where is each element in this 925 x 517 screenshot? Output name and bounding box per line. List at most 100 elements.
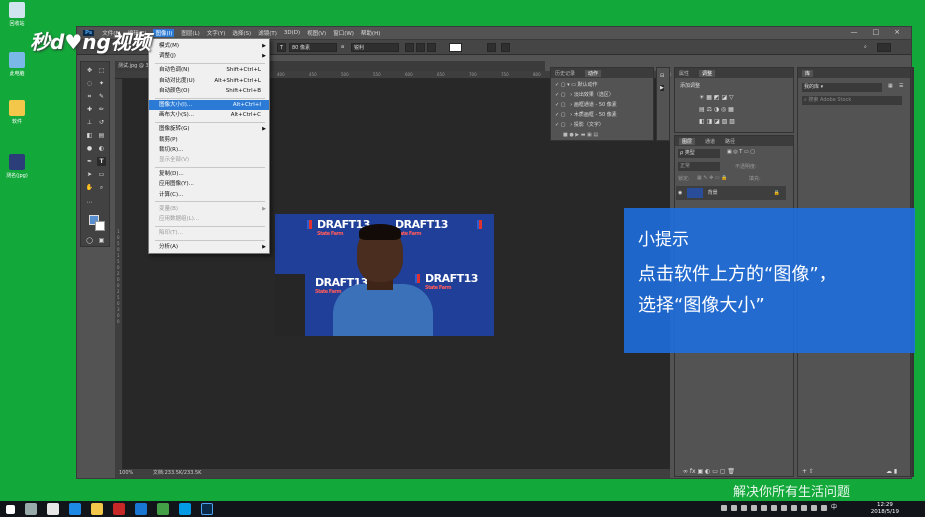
photoshop-taskbar-icon[interactable]	[201, 503, 213, 515]
menu-window[interactable]: 窗口(W)	[333, 29, 354, 37]
menu-select[interactable]: 选择(S)	[232, 29, 251, 37]
healing-tool-icon[interactable]: ✚	[85, 105, 94, 114]
history-panel-icon[interactable]: ⊟	[660, 73, 664, 79]
crop-tool-icon[interactable]: ⌗	[85, 92, 94, 101]
move-tool-icon[interactable]: ✥	[85, 66, 94, 75]
align-right-icon[interactable]	[427, 43, 436, 52]
adjustment-icons-row3[interactable]: ◧ ◨ ◪ ▧ ▨	[699, 118, 735, 125]
more-tools-icon[interactable]: ⋯	[85, 198, 94, 207]
zoom-tool-icon[interactable]: ⌕	[97, 183, 106, 192]
library-cloud-icon[interactable]: ☁ ▮	[886, 468, 897, 475]
tab-actions[interactable]: 动作	[585, 69, 602, 77]
menu-item[interactable]: 自动色调(N) Shift+Ctrl+L	[149, 65, 269, 75]
app-icon[interactable]	[47, 503, 59, 515]
adjustment-icons-row1[interactable]: ☀ ▦ ◩ ◪ ▽	[699, 94, 734, 101]
dodge-tool-icon[interactable]: ◐	[97, 144, 106, 153]
menu-3d[interactable]: 3D(D)	[284, 30, 300, 36]
menu-item[interactable]: 自动对比度(U) Alt+Shift+Ctrl+L	[149, 76, 269, 86]
library-dropdown[interactable]: 我的库 ▾	[802, 83, 882, 92]
system-tray[interactable]: 中	[720, 505, 837, 511]
eyedropper-tool-icon[interactable]: ✎	[97, 92, 106, 101]
font-size-select[interactable]: 80 像素	[289, 43, 337, 52]
quick-mask-icon[interactable]: ◯	[85, 236, 94, 245]
text-color-swatch[interactable]	[449, 43, 462, 52]
menu-item[interactable]: 应用图像(Y)...	[149, 179, 269, 189]
actions-panel-icon[interactable]: ▶	[660, 85, 664, 91]
layers-footer-icons[interactable]: ∞ fx ▣ ◐ ▭ ▢ 🗑	[683, 468, 735, 475]
menu-item[interactable]: 自动颜色(O) Shift+Ctrl+B	[149, 86, 269, 96]
photos-icon[interactable]	[179, 503, 191, 515]
layer-row[interactable]: ◉ 背景 🔒	[676, 186, 786, 200]
text-orientation-icon[interactable]: T	[277, 43, 286, 52]
blend-mode-select[interactable]: 正常	[678, 162, 720, 171]
menu-image[interactable]: 图像(I)	[153, 29, 175, 37]
stamp-tool-icon[interactable]: ⊥	[85, 118, 94, 127]
library-list-view-icon[interactable]: ☰	[899, 83, 903, 89]
marquee-tool-icon[interactable]: ⬚	[97, 66, 106, 75]
menu-item[interactable]: 裁切(R)...	[149, 145, 269, 155]
minimize-button[interactable]: —	[851, 28, 858, 36]
antialias-select[interactable]: 锐利	[351, 43, 399, 52]
menu-help[interactable]: 帮助(H)	[361, 29, 380, 37]
lock-icons[interactable]: ▦ ✎ ✥ ▭ 🔒	[697, 175, 727, 181]
menu-item[interactable]: 模式(M) ▶	[149, 41, 269, 51]
action-row[interactable]: ✓ ▢ › 投影（文字）	[555, 121, 604, 128]
type-tool-icon[interactable]: T	[97, 157, 106, 166]
action-row[interactable]: ✓ ▢ › 木质画框 - 50 像素	[555, 111, 617, 118]
app-icon[interactable]	[135, 503, 147, 515]
explorer-icon[interactable]	[91, 503, 103, 515]
menu-item[interactable]: 裁剪(P)	[149, 135, 269, 145]
screen-mode-icon[interactable]: ▣	[97, 236, 106, 245]
share-icon[interactable]	[897, 43, 906, 52]
desktop-icon-this-pc[interactable]: 此电脑	[2, 52, 32, 77]
library-add-icon[interactable]: + ⇧	[802, 468, 814, 475]
tab-history[interactable]: 历史记录	[555, 70, 575, 77]
menu-item-image-size[interactable]: 图像大小(I)... Alt+Ctrl+I	[149, 100, 269, 110]
desktop-icon-recycle-bin[interactable]: 回收站	[2, 2, 32, 27]
desktop-icon-image[interactable]: 测名(jpg)	[2, 154, 32, 179]
menu-item[interactable]: 图像旋转(G) ▶	[149, 124, 269, 134]
hand-tool-icon[interactable]: ✋	[85, 183, 94, 192]
magic-wand-tool-icon[interactable]: ✦	[97, 79, 106, 88]
menu-item[interactable]: 画布大小(S)... Alt+Ctrl+C	[149, 110, 269, 120]
menu-view[interactable]: 视图(V)	[307, 29, 326, 37]
layer-filter-select[interactable]: ρ 类型	[678, 149, 720, 158]
eraser-tool-icon[interactable]: ◧	[85, 131, 94, 140]
tab-layers[interactable]: 图层	[679, 137, 696, 145]
maximize-button[interactable]: □	[873, 28, 880, 36]
menu-item[interactable]: 调整(J) ▶	[149, 51, 269, 61]
lasso-tool-icon[interactable]: ◌	[85, 79, 94, 88]
library-search[interactable]: ⌕ 搜索 Adobe Stock	[802, 96, 902, 105]
align-left-icon[interactable]	[405, 43, 414, 52]
menu-layer[interactable]: 图层(L)	[181, 29, 199, 37]
menu-item[interactable]: 分析(A) ▶	[149, 242, 269, 252]
tab-properties[interactable]: 属性	[679, 70, 689, 77]
gradient-tool-icon[interactable]: ▤	[97, 131, 106, 140]
shape-tool-icon[interactable]: ▭	[97, 170, 106, 179]
background-color-swatch[interactable]	[95, 221, 105, 231]
edge-icon[interactable]	[69, 503, 81, 515]
layer-filter-icons[interactable]: ▣ ◎ T ▭ ▢	[727, 149, 755, 155]
tab-adjustments[interactable]: 调整	[699, 69, 716, 77]
action-row[interactable]: ✓ ▢ › 画框通道 - 50 像素	[555, 101, 617, 108]
workspace-search-icon[interactable]: ⌕	[862, 43, 871, 52]
visibility-eye-icon[interactable]: ◉	[678, 190, 682, 196]
history-brush-tool-icon[interactable]: ↺	[97, 118, 106, 127]
menu-item[interactable]: 复制(D)...	[149, 169, 269, 179]
tab-paths[interactable]: 路径	[725, 138, 735, 145]
align-center-icon[interactable]	[416, 43, 425, 52]
pen-tool-icon[interactable]: ✒	[85, 157, 94, 166]
close-button[interactable]: ×	[894, 28, 900, 36]
brush-tool-icon[interactable]: ✏	[97, 105, 106, 114]
action-row[interactable]: ✓ ▢ ▾ ▭ 默认动作	[555, 81, 598, 88]
taskbar-clock[interactable]: 12:29 2018/5/19	[871, 502, 899, 516]
adjustment-icons-row2[interactable]: ▤ ⚖ ◑ ◎ ▦	[699, 106, 734, 113]
workspace-switcher-icon[interactable]	[877, 43, 891, 52]
desktop-icon-software[interactable]: 软件	[2, 100, 32, 125]
warp-text-icon[interactable]	[487, 43, 496, 52]
character-panel-icon[interactable]	[501, 43, 510, 52]
wechat-icon[interactable]	[157, 503, 169, 515]
action-row[interactable]: ✓ ▢ › 淡出效果（选区）	[555, 91, 614, 98]
menu-type[interactable]: 文字(Y)	[207, 29, 226, 37]
library-grid-view-icon[interactable]: ▦	[888, 83, 893, 89]
